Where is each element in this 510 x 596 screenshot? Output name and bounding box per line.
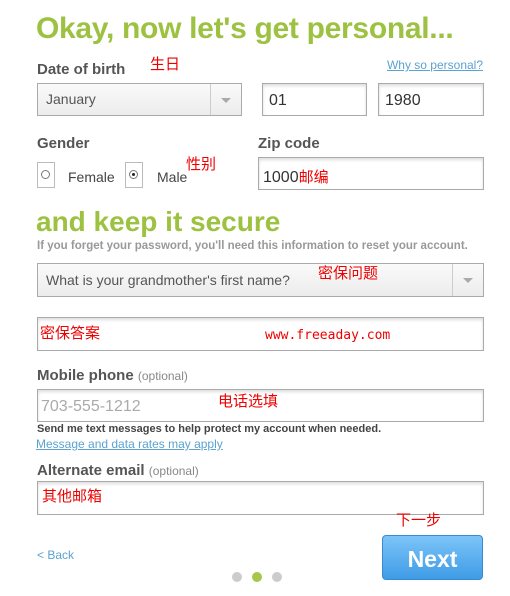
annotation-gender: 性别 [186, 155, 217, 173]
zip-label: Zip code [258, 135, 320, 152]
why-so-personal-link[interactable]: Why so personal? [387, 58, 483, 72]
mobile-note: Send me text messages to help protect my… [37, 423, 382, 435]
step-dot-1 [232, 572, 242, 582]
zip-value: 1000 [263, 169, 299, 186]
step-dot-3 [272, 572, 282, 582]
female-label: Female [68, 169, 115, 185]
chevron-down-icon [452, 264, 483, 296]
secure-title: and keep it secure [36, 206, 281, 237]
optional-tag: (optional) [137, 369, 188, 383]
year-input[interactable]: 1980 [378, 83, 484, 116]
page-title: Okay, now let's get personal... [36, 12, 454, 45]
male-label: Male [157, 169, 188, 185]
optional-tag: (optional) [148, 464, 199, 478]
dob-label: Date of birth [37, 61, 126, 78]
annotation-zip: 邮编 [298, 168, 329, 186]
male-radio[interactable] [125, 162, 143, 188]
security-question-select[interactable]: What is your grandmother's first name? [37, 263, 484, 297]
step-dot-2-active [252, 572, 262, 582]
annotation-answer: 密保答案 [40, 324, 101, 342]
rates-link[interactable]: Message and data rates may apply [36, 437, 223, 451]
annotation-next: 下一步 [396, 511, 442, 529]
annotation-question: 密保问题 [318, 264, 379, 282]
chevron-down-icon [210, 84, 241, 115]
day-input[interactable]: 01 [262, 83, 367, 116]
security-answer-input[interactable]: 密保答案 [37, 317, 484, 351]
next-button[interactable]: Next [382, 535, 483, 580]
annotation-birthday: 生日 [150, 55, 181, 73]
zip-input[interactable]: 1000邮编 [258, 157, 484, 190]
month-value: January [46, 91, 96, 107]
annotation-phone: 电话选填 [218, 392, 279, 410]
alt-email-label: Alternate email (optional) [37, 462, 199, 479]
female-radio[interactable] [37, 162, 55, 188]
back-link[interactable]: < Back [37, 548, 74, 562]
question-value: What is your grandmother's first name? [46, 272, 290, 288]
secure-helper: If you forget your password, you'll need… [37, 240, 468, 252]
annotation-email: 其他邮箱 [42, 487, 103, 505]
gender-label: Gender [37, 135, 90, 152]
mobile-label: Mobile phone (optional) [37, 367, 188, 384]
month-select[interactable]: January [37, 83, 242, 116]
watermark: www.freeaday.com [265, 328, 391, 343]
